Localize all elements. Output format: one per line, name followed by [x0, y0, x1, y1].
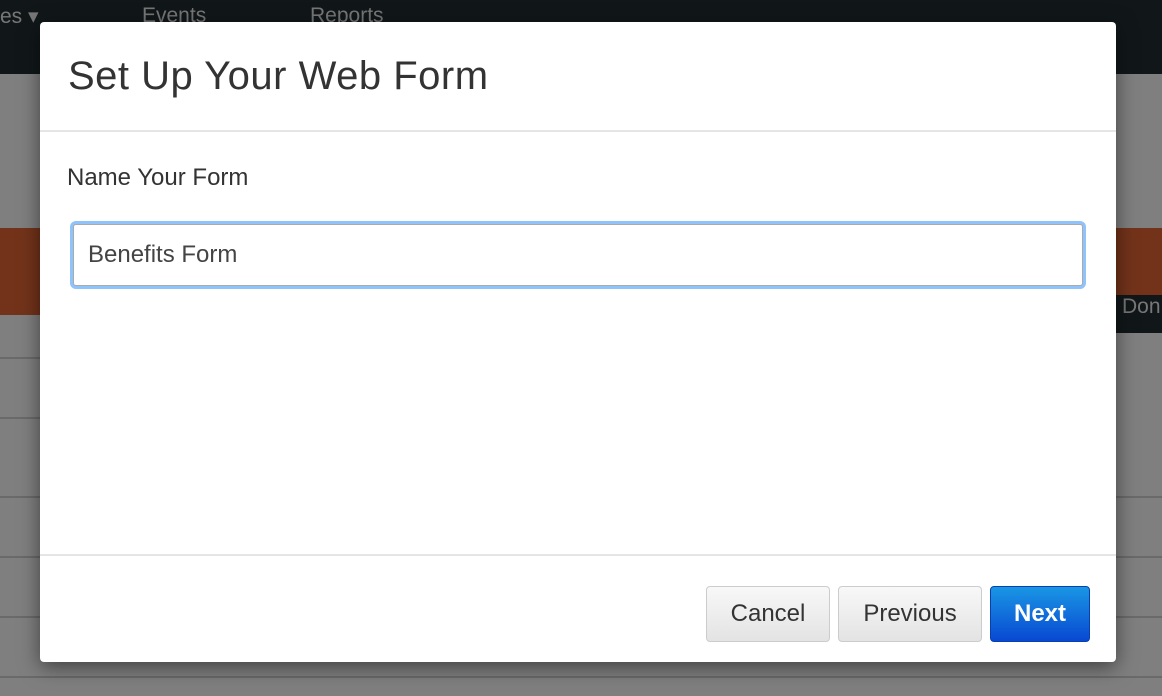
divider [0, 676, 1162, 678]
cancel-button[interactable]: Cancel [706, 586, 830, 642]
previous-button[interactable]: Previous [838, 586, 982, 642]
nav-item-dropdown[interactable]: es ▾ [0, 4, 39, 29]
web-form-setup-dialog: Set Up Your Web Form Name Your Form Canc… [40, 22, 1116, 662]
divider [0, 357, 40, 359]
dialog-title: Set Up Your Web Form [68, 54, 489, 98]
next-button[interactable]: Next [990, 586, 1090, 642]
form-name-input[interactable] [73, 224, 1083, 286]
divider [0, 417, 40, 419]
form-name-label: Name Your Form [67, 164, 249, 191]
